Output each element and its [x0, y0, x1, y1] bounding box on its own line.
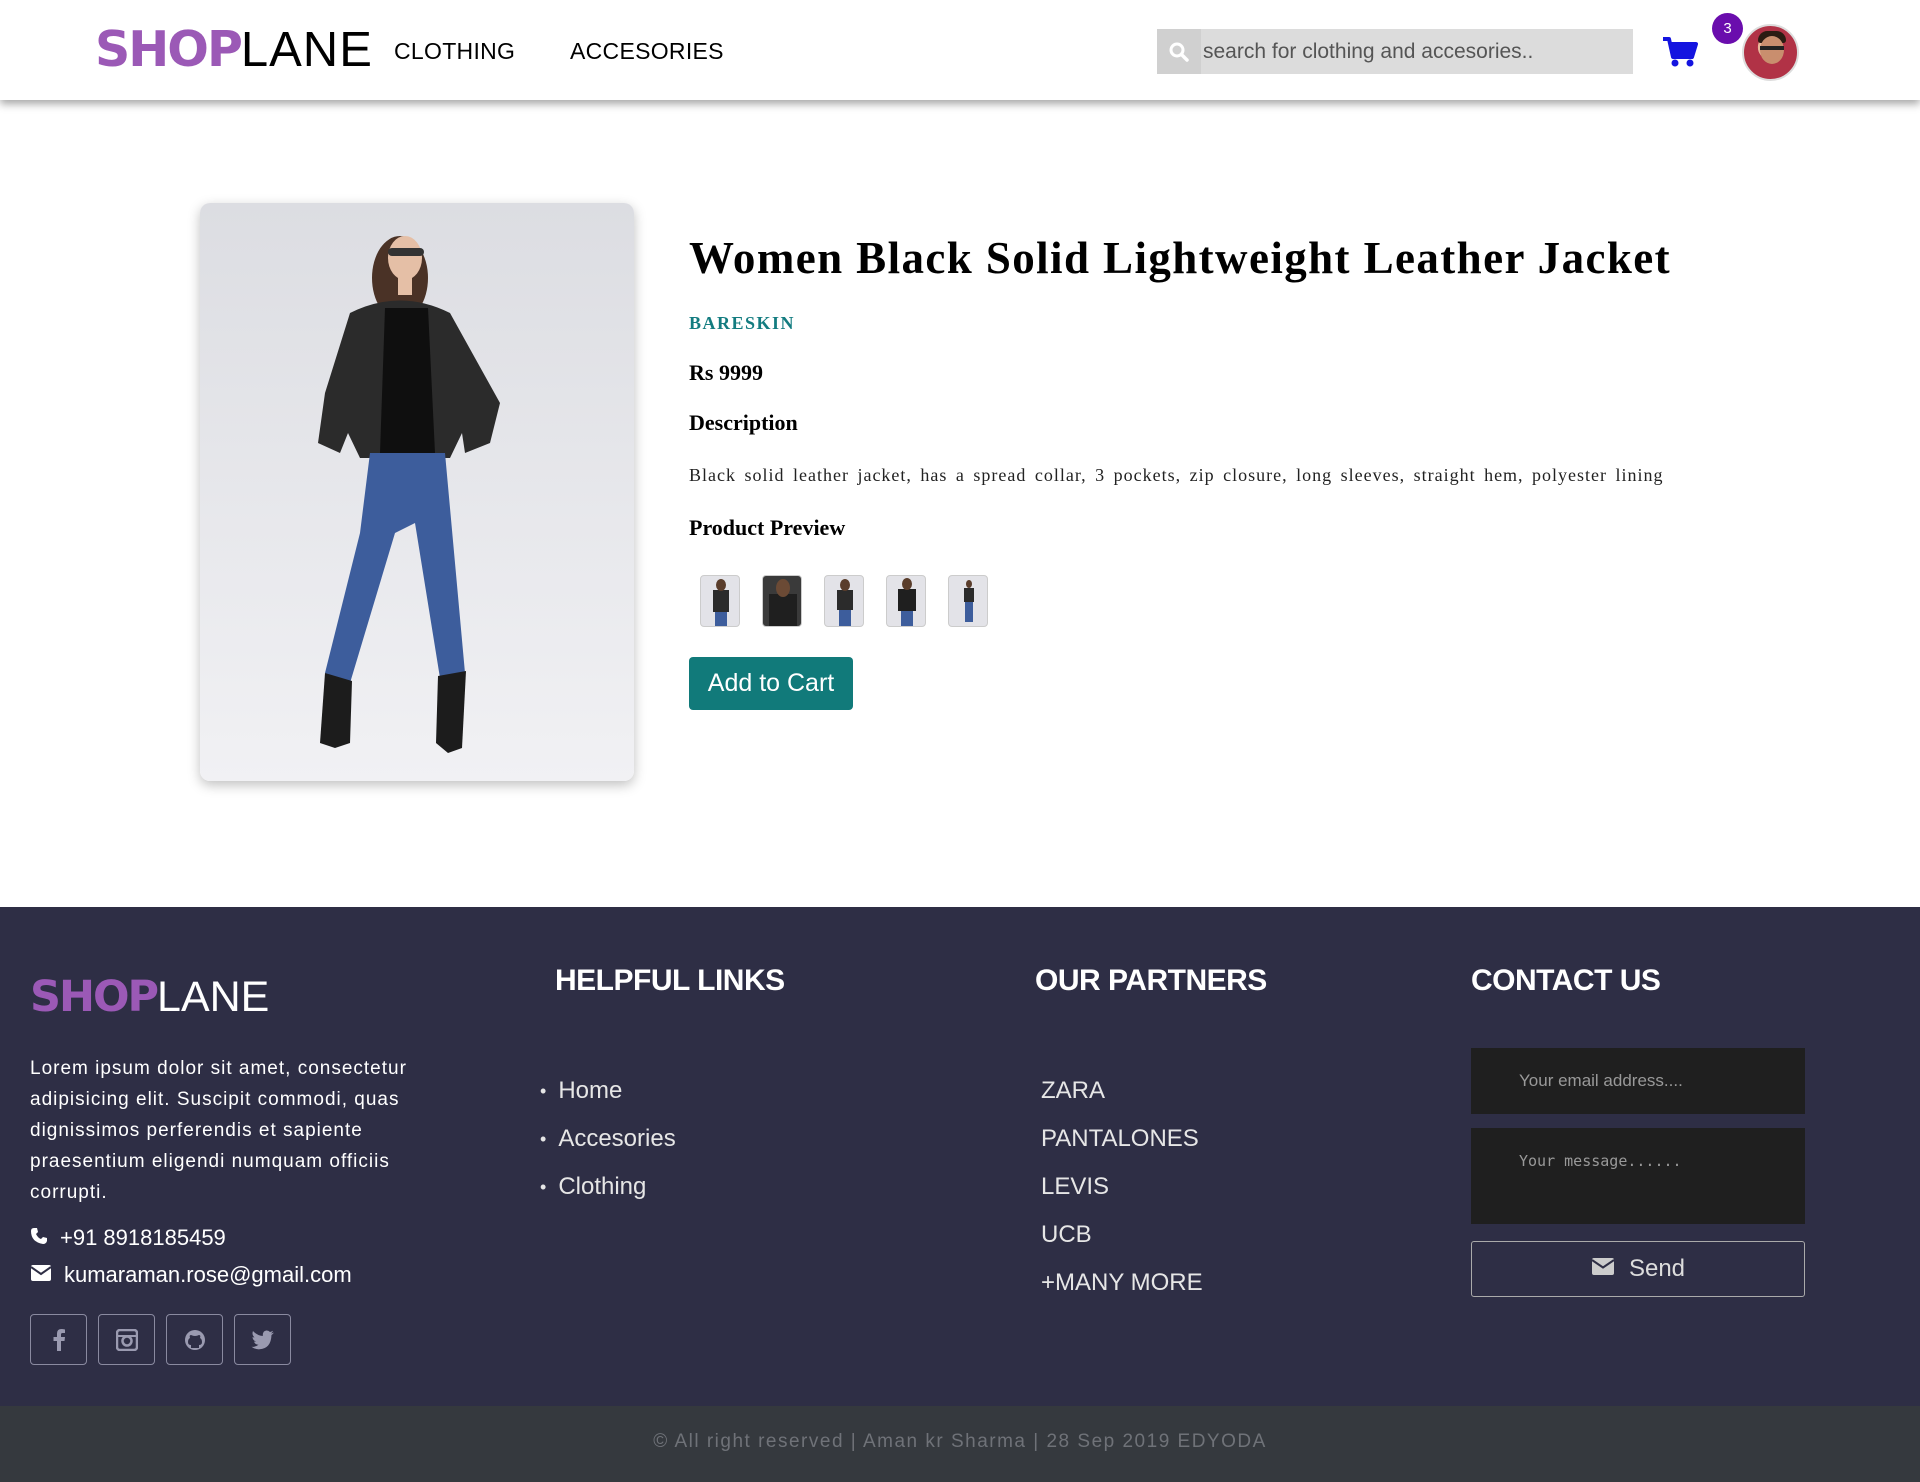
envelope-icon	[1591, 1255, 1615, 1283]
logo-shop-text: SHOP	[95, 21, 243, 78]
facebook-icon[interactable]	[30, 1314, 87, 1365]
footer-phone-text: +91 8918185459	[60, 1225, 226, 1250]
footer-about-text: Lorem ipsum dolor sit amet, consectetur …	[30, 1058, 407, 1203]
user-avatar[interactable]	[1742, 24, 1799, 81]
add-to-cart-button[interactable]: Add to Cart	[689, 657, 853, 710]
helpful-links-list: Home Accesories Clothing	[540, 1067, 676, 1211]
instagram-icon[interactable]	[98, 1314, 155, 1365]
footer-logo[interactable]: SHOPLANE	[30, 972, 269, 1022]
product-price: Rs 9999	[689, 360, 763, 385]
search-input[interactable]	[1201, 29, 1633, 74]
site-logo[interactable]: SHOPLANE	[95, 22, 373, 78]
cart-icon[interactable]	[1662, 36, 1698, 73]
cart-count-badge: 3	[1712, 13, 1743, 44]
product-preview-heading: Product Preview	[689, 515, 846, 540]
send-button[interactable]: Send	[1471, 1241, 1805, 1297]
github-icon[interactable]	[166, 1314, 223, 1365]
partners-heading: OUR PARTNERS	[1035, 964, 1267, 997]
contact-message-textarea[interactable]	[1471, 1128, 1805, 1224]
footer-logo-lane-text: LANE	[157, 973, 270, 1021]
footer-link-accesories[interactable]: Accesories	[540, 1115, 675, 1163]
partner-item: +MANY MORE	[1041, 1269, 1203, 1296]
preview-thumbnail-5[interactable]	[948, 575, 988, 627]
envelope-icon	[30, 1262, 52, 1288]
product-description: Black solid leather jacket, has a spread…	[689, 465, 1664, 485]
search-bar	[1157, 29, 1633, 74]
phone-icon	[30, 1225, 48, 1251]
top-navbar: SHOPLANE CLOTHING ACCESORIES 3	[0, 0, 1920, 100]
site-footer: SHOPLANE Lorem ipsum dolor sit amet, con…	[0, 907, 1920, 1406]
product-brand: BARESKIN	[689, 313, 796, 333]
nav-clothing-link[interactable]: CLOTHING	[394, 38, 515, 65]
footer-link-home[interactable]: Home	[540, 1067, 676, 1115]
partner-item: UCB	[1041, 1221, 1092, 1248]
partners-list: ZARA PANTALONES LEVIS UCB +MANY MORE	[1041, 1067, 1203, 1307]
description-heading: Description	[689, 410, 798, 435]
contact-us-heading: CONTACT US	[1471, 964, 1661, 997]
preview-thumbnail-2[interactable]	[762, 575, 802, 627]
logo-lane-text: LANE	[240, 23, 373, 77]
preview-thumbnail-3[interactable]	[824, 575, 864, 627]
footer-phone: +91 8918185459	[30, 1225, 226, 1251]
partner-item: PANTALONES	[1041, 1125, 1199, 1152]
nav-accesories-link[interactable]: ACCESORIES	[570, 38, 724, 65]
footer-email-text[interactable]: kumaraman.rose@gmail.com	[64, 1262, 352, 1288]
preview-thumbnail-4[interactable]	[886, 575, 926, 627]
partner-item: LEVIS	[1041, 1173, 1110, 1200]
footer-logo-shop-text: SHOP	[30, 972, 159, 1022]
twitter-icon[interactable]	[234, 1314, 291, 1365]
contact-email-input[interactable]	[1471, 1048, 1805, 1114]
send-button-label: Send	[1628, 1255, 1686, 1282]
helpful-links-heading: HELPFUL LINKS	[555, 964, 785, 997]
product-title: Women Black Solid Lightweight Leather Ja…	[689, 233, 1672, 283]
product-preview-thumbnails	[700, 575, 988, 627]
copyright-bar: © All right reserved | Aman kr Sharma | …	[0, 1406, 1920, 1482]
search-icon[interactable]	[1157, 29, 1201, 74]
footer-email: kumaraman.rose@gmail.com	[30, 1262, 352, 1288]
partner-item: ZARA	[1041, 1077, 1106, 1104]
product-main-image	[200, 203, 634, 781]
footer-link-clothing[interactable]: Clothing	[540, 1163, 676, 1211]
social-links	[30, 1314, 291, 1365]
preview-thumbnail-1[interactable]	[700, 575, 740, 627]
